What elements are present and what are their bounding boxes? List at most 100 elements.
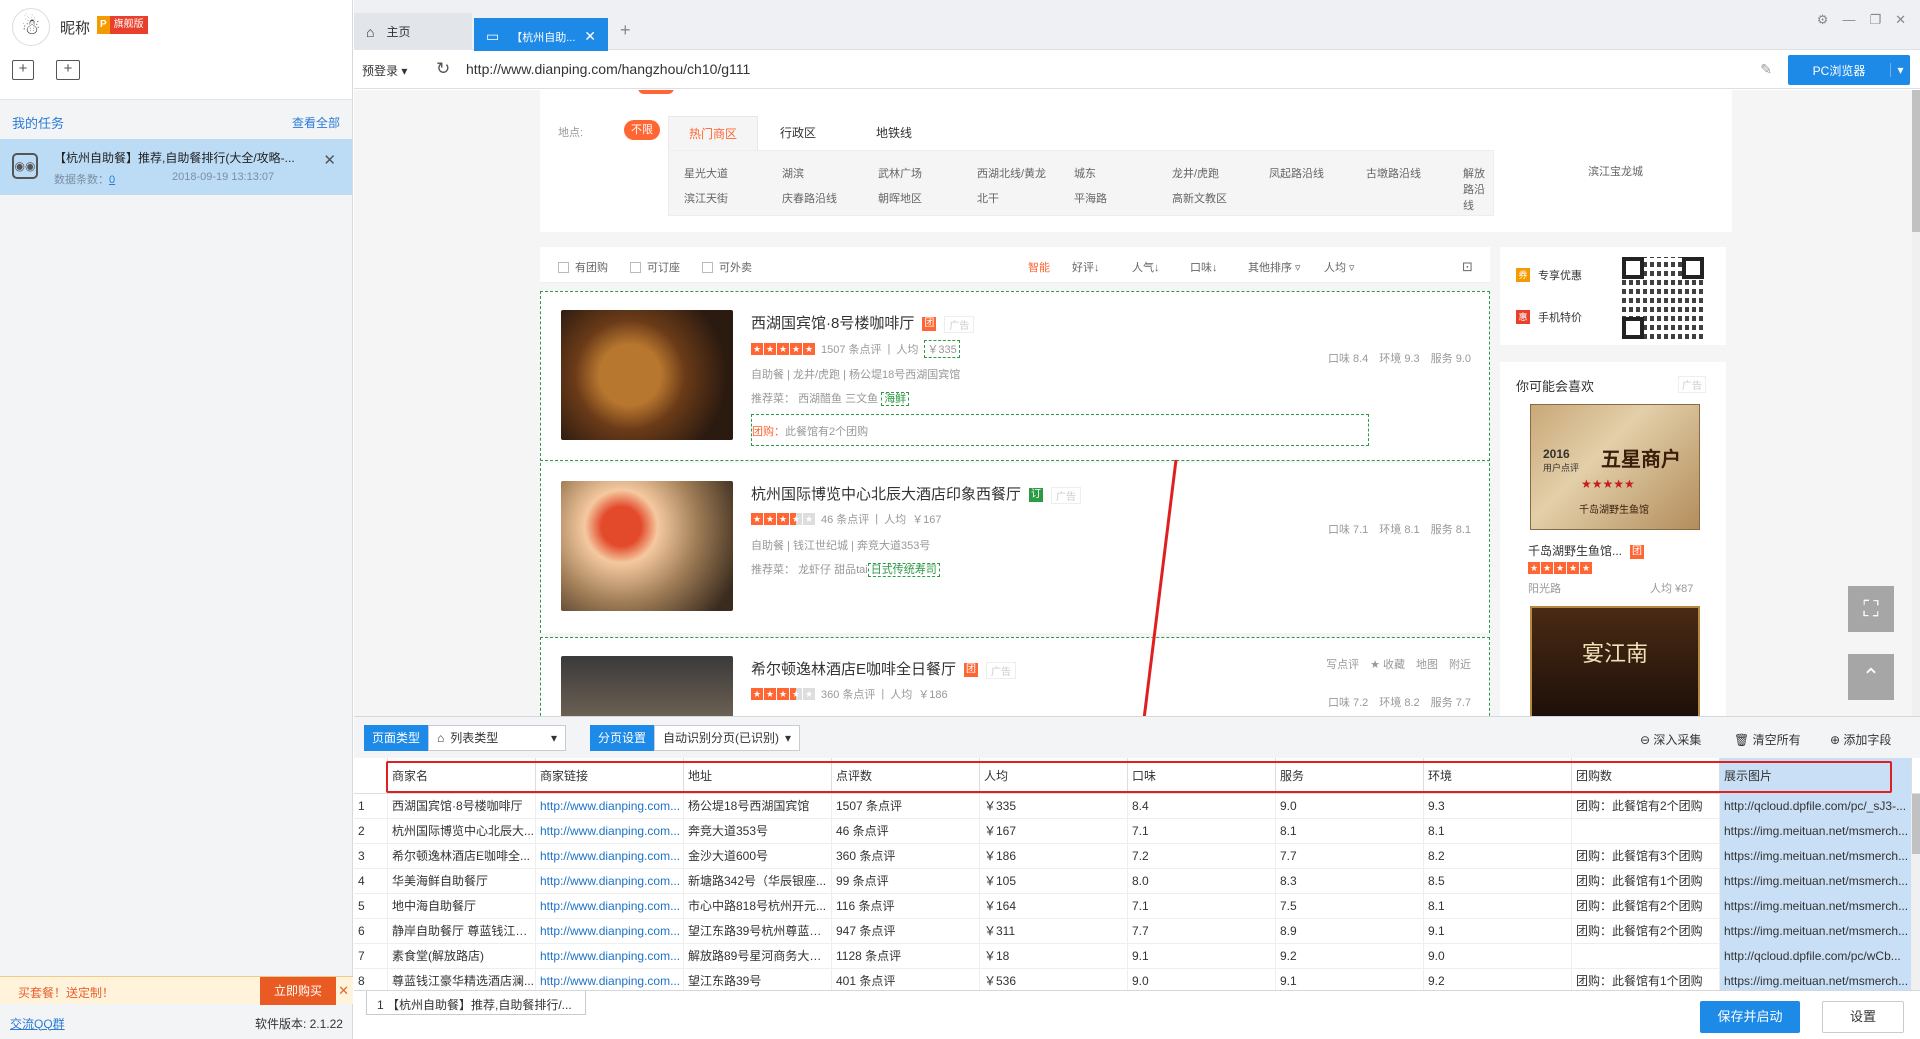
group-buy-info[interactable]: 团购：此餐馆有2个团购	[751, 414, 1369, 446]
table-row[interactable]: 1 西湖国宾馆·8号楼咖啡厅 http://www.dianping.com... 杨…	[354, 794, 1920, 819]
area-link[interactable]: 湖滨	[782, 165, 804, 181]
area-link[interactable]: 庆春路沿线	[782, 190, 837, 206]
new-tab-icon[interactable]: +	[620, 20, 631, 41]
table-cell[interactable]: ￥311	[980, 919, 1128, 944]
avatar[interactable]: ☃	[12, 8, 50, 46]
table-cell[interactable]: 金沙大道600号	[684, 844, 832, 869]
shop-card[interactable]: 写点评 ★ 收藏 地图 附近 希尔顿逸林酒店E咖啡全日餐厅团广告 ★ ★ ★ ★ ★ 36…	[540, 637, 1490, 716]
table-cell[interactable]: ￥335	[980, 794, 1128, 819]
table-cell[interactable]: 团购：此餐馆有2个团购	[1572, 894, 1720, 919]
table-cell[interactable]: http://www.dianping.com...	[536, 894, 684, 919]
table-cell[interactable]: 9.0	[1128, 969, 1276, 990]
url-input[interactable]: http://www.dianping.com/hangzhou/ch10/g1…	[466, 61, 750, 77]
table-cell[interactable]: 7.5	[1276, 894, 1424, 919]
table-cell[interactable]: http://www.dianping.com...	[536, 969, 684, 990]
table-cell[interactable]: ￥164	[980, 894, 1128, 919]
table-row[interactable]: 6 静岸自助餐厅 尊蓝钱江豪... http://www.dianping.com.…	[354, 919, 1920, 944]
table-cell[interactable]: ￥18	[980, 944, 1128, 969]
table-cell[interactable]: 116 条点评	[832, 894, 980, 919]
table-cell[interactable]: 团购：此餐馆有1个团购	[1572, 969, 1720, 990]
table-cell[interactable]: http://qcloud.dpfile.com/pc/wCb...	[1720, 944, 1912, 969]
pre-login-dropdown[interactable]: 预登录 ▾	[362, 62, 407, 79]
table-cell[interactable]: 解放路89号星河商务大厦...	[684, 944, 832, 969]
add-field-button[interactable]: ⊕ 添加字段	[1830, 731, 1891, 748]
table-cell[interactable]: 杭州国际博览中心北辰大...	[388, 819, 536, 844]
table-cell[interactable]: 9.2	[1424, 969, 1572, 990]
rec-image-2[interactable]: 宴江南	[1530, 606, 1700, 716]
table-cell[interactable]: https://img.meituan.net/msmerch...	[1720, 819, 1912, 844]
area-link[interactable]: 滨江宝龙城	[1588, 163, 1643, 179]
table-cell[interactable]: 7.2	[1128, 844, 1276, 869]
table-cell[interactable]: http://www.dianping.com...	[536, 794, 684, 819]
refresh-icon[interactable]: ↻	[436, 59, 450, 79]
shop-name[interactable]: 西湖国宾馆·8号楼咖啡厅团广告	[751, 312, 975, 333]
task-bottom-tab[interactable]: 1 【杭州自助餐】推荐,自助餐排行/...	[366, 991, 586, 1015]
table-cell[interactable]: https://img.meituan.net/msmerch...	[1720, 844, 1912, 869]
buy-now-button[interactable]: 立即购买	[260, 977, 336, 1005]
table-cell[interactable]: 华美海鲜自助餐厅	[388, 869, 536, 894]
fullscreen-icon[interactable]: ⛶	[1848, 586, 1894, 632]
new-task-icon[interactable]: +	[12, 60, 34, 80]
area-link[interactable]: 滨江天街	[684, 190, 728, 206]
area-link[interactable]: 朝晖地区	[878, 190, 922, 206]
table-cell[interactable]: 360 条点评	[832, 844, 980, 869]
pc-browser-button[interactable]: PC浏览器 ▾	[1788, 55, 1910, 85]
page-scrollbar[interactable]	[1912, 90, 1920, 716]
shop-card[interactable]: 杭州国际博览中心北辰大酒店印象西餐厅订广告 ★ ★ ★ ★ ★ 46 条点评 | 人均 ￥167…	[540, 463, 1490, 633]
table-cell[interactable]: 望江东路39号杭州尊蓝钱...	[684, 919, 832, 944]
table-cell[interactable]: https://img.meituan.net/msmerch...	[1720, 919, 1912, 944]
table-row[interactable]: 8 尊蓝钱江豪华精选酒店澜... http://www.dianping.com..…	[354, 969, 1920, 990]
sort-popular[interactable]: 人气↓	[1132, 259, 1160, 275]
sort-taste[interactable]: 口味↓	[1190, 259, 1218, 275]
table-cell[interactable]: 8.1	[1276, 819, 1424, 844]
tab-close-icon[interactable]: ✕	[584, 28, 596, 45]
table-row[interactable]: 2 杭州国际博览中心北辰大... http://www.dianping.com..…	[354, 819, 1920, 844]
table-cell[interactable]: 团购：此餐馆有1个团购	[1572, 869, 1720, 894]
table-cell[interactable]: https://img.meituan.net/msmerch...	[1720, 969, 1912, 990]
table-cell[interactable]: 9.0	[1424, 944, 1572, 969]
phone-deal-link[interactable]: 惠手机特价	[1516, 309, 1582, 325]
area-link[interactable]: 解放路沿线	[1463, 165, 1493, 213]
table-cell[interactable]: 9.3	[1424, 794, 1572, 819]
award-image[interactable]: 2016 用户点评 五星商户 ★★★★★ 千岛湖野生鱼馆	[1530, 404, 1700, 530]
filter-tab[interactable]: 行政区	[760, 116, 836, 150]
sort-rating[interactable]: 好评↓	[1072, 259, 1100, 275]
task-item[interactable]: ◉◉ 【杭州自助餐】推荐,自助餐排行(大全/攻略-... 数据条数：0 2018…	[0, 139, 352, 195]
shop-image[interactable]	[561, 481, 733, 611]
filter-tab[interactable]: 热门商区	[668, 116, 759, 150]
minimize-icon[interactable]: —	[1842, 12, 1855, 28]
map-icon[interactable]: ⊡	[1462, 259, 1473, 275]
area-link[interactable]: 平海路	[1074, 190, 1107, 206]
checkbox-takeout[interactable]: 可外卖	[702, 259, 752, 275]
table-cell[interactable]: 7.7	[1276, 844, 1424, 869]
table-cell[interactable]: http://www.dianping.com...	[536, 819, 684, 844]
table-cell[interactable]: 希尔顿逸林酒店E咖啡全...	[388, 844, 536, 869]
table-cell[interactable]: 7.1	[1128, 819, 1276, 844]
table-cell[interactable]: 7.1	[1128, 894, 1276, 919]
table-cell[interactable]: 8.1	[1424, 894, 1572, 919]
area-link[interactable]: 凤起路沿线	[1269, 165, 1324, 181]
table-cell[interactable]: 46 条点评	[832, 819, 980, 844]
area-link[interactable]: 北干	[977, 190, 999, 206]
table-cell[interactable]: 99 条点评	[832, 869, 980, 894]
paging-select[interactable]: 分页设置 自动识别分页(已识别) ▾	[590, 725, 801, 751]
sort-other[interactable]: 其他排序 ▿	[1248, 259, 1301, 275]
table-cell[interactable]: 9.1	[1276, 969, 1424, 990]
table-cell[interactable]: 8.1	[1424, 819, 1572, 844]
clear-all-button[interactable]: 🗑 清空所有	[1734, 731, 1801, 748]
area-link[interactable]: 城东	[1074, 165, 1096, 181]
qq-group-link[interactable]: 交流QQ群	[10, 1015, 65, 1032]
new-folder-icon[interactable]: +	[56, 60, 80, 80]
table-cell[interactable]: 9.1	[1424, 919, 1572, 944]
grid-scrollbar[interactable]	[1912, 794, 1920, 990]
task-count-link[interactable]: 0	[109, 174, 115, 186]
table-cell[interactable]: 8.2	[1424, 844, 1572, 869]
table-cell[interactable]: 1507 条点评	[832, 794, 980, 819]
table-cell[interactable]: 杨公堤18号西湖国宾馆	[684, 794, 832, 819]
table-cell[interactable]: 401 条点评	[832, 969, 980, 990]
table-cell[interactable]: https://img.meituan.net/msmerch...	[1720, 894, 1912, 919]
table-row[interactable]: 4 华美海鲜自助餐厅 http://www.dianping.com... 新塘路34…	[354, 869, 1920, 894]
page-type-select[interactable]: 页面类型 ⌂ 列表类型 ▾	[364, 725, 567, 751]
area-link[interactable]: 高新文教区	[1172, 190, 1227, 206]
table-cell[interactable]: ￥167	[980, 819, 1128, 844]
